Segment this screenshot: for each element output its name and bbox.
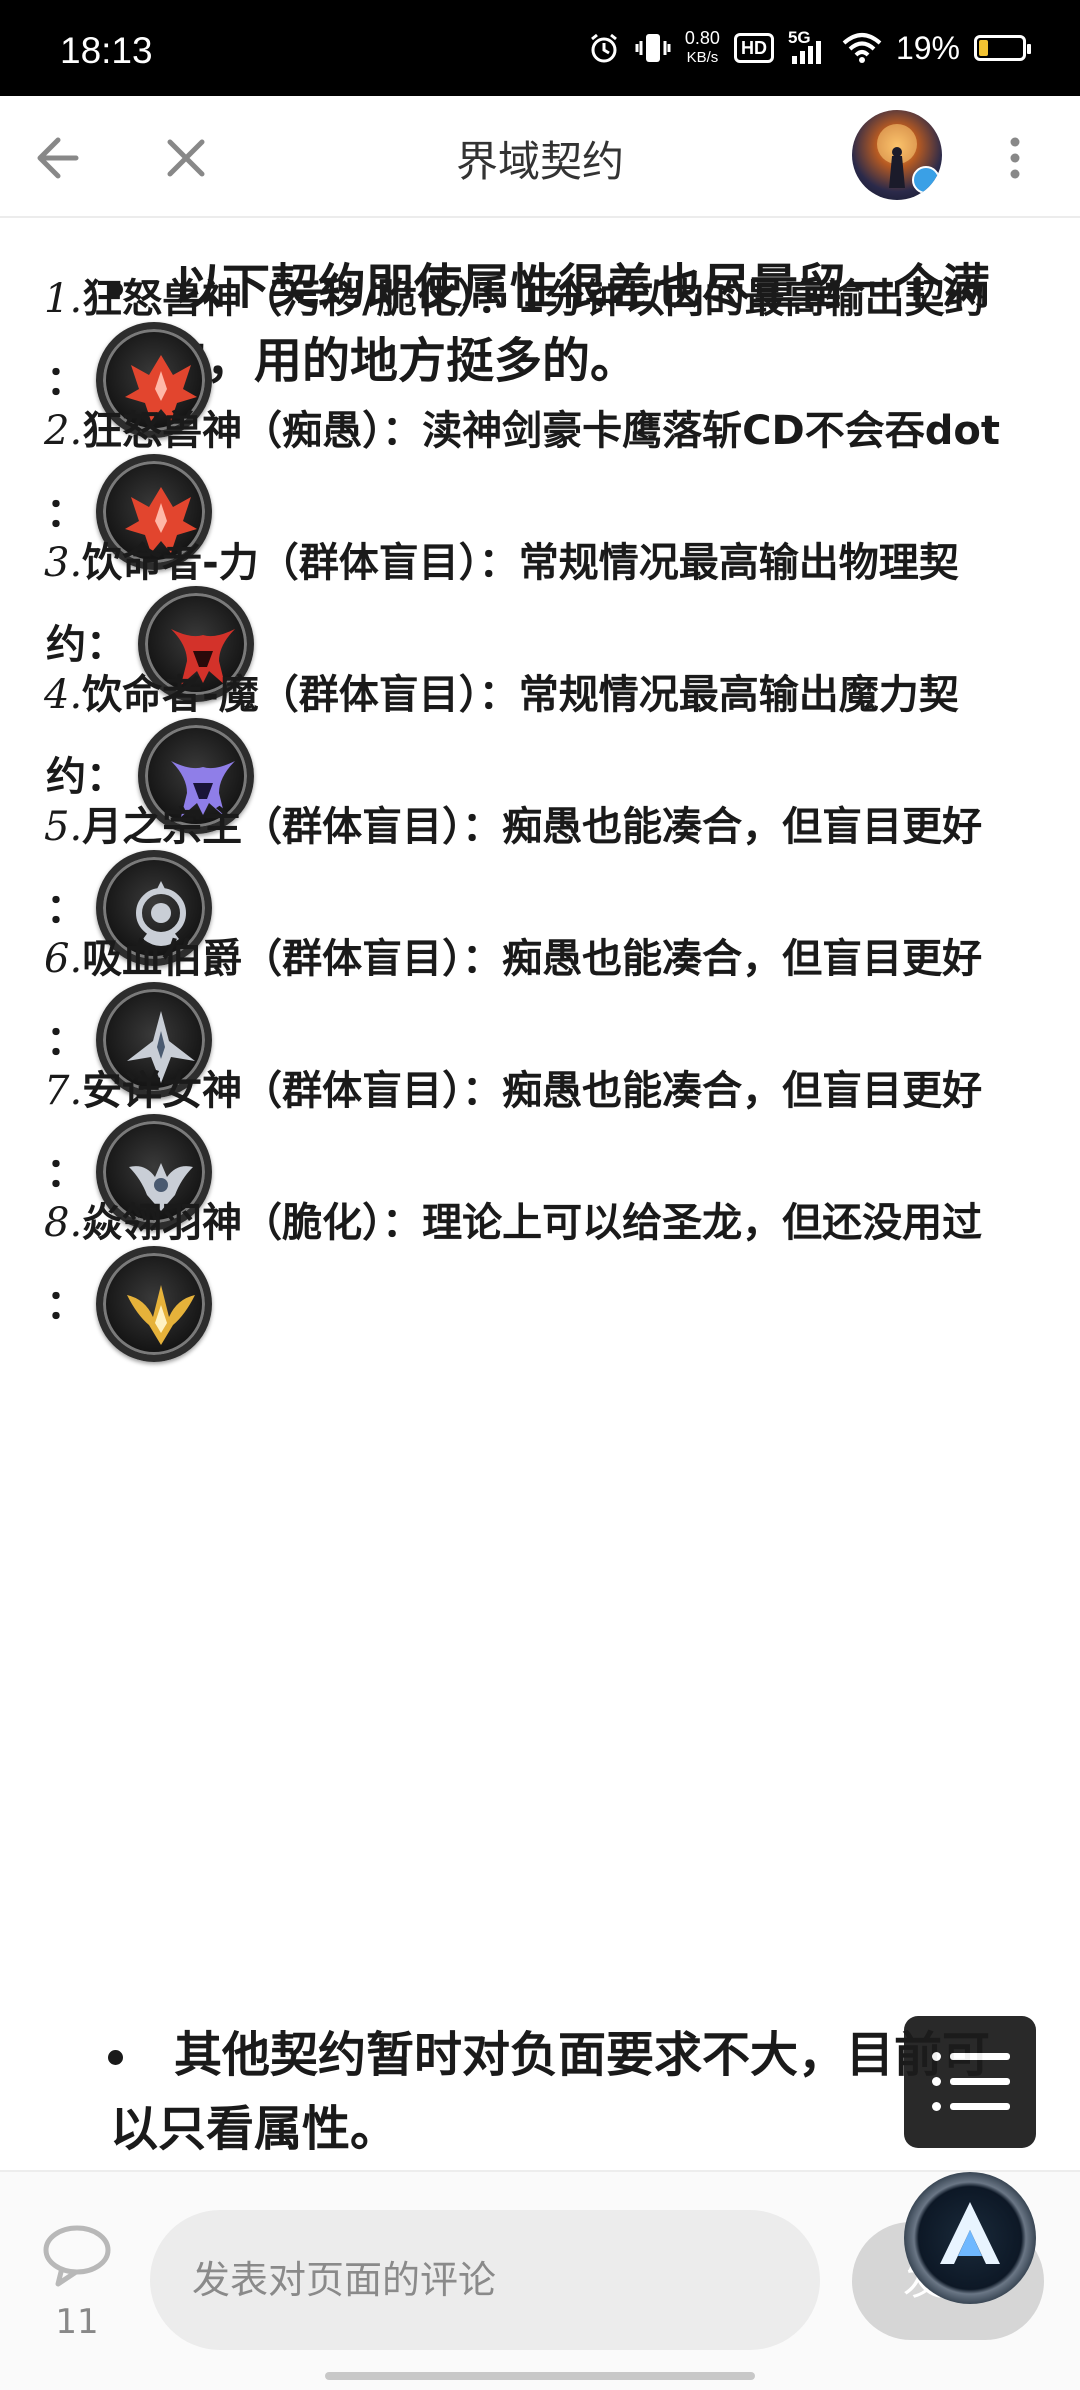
item-number: 6. [44, 936, 83, 982]
item-text: 安详女神（群体盲目）：痴愚也能凑合，但盲目更好 [82, 1068, 983, 1114]
avatar[interactable] [852, 110, 942, 200]
item-text: 月之宗主（群体盲目）：痴愚也能凑合，但盲目更好 [82, 804, 983, 850]
app-logo-mark [940, 2202, 1000, 2264]
wifi-icon [842, 33, 882, 63]
alarm-icon [590, 33, 617, 63]
comment-icon[interactable] [40, 2222, 114, 2290]
item-line2-prefix: ： [46, 1282, 86, 1328]
comment-count: 11 [55, 2302, 99, 2342]
status-time: 18:13 [60, 30, 153, 71]
battery-percent: 19% [895, 29, 960, 66]
item-number: 4. [44, 672, 83, 718]
item-text: 饮命者-力（群体盲目）：常规情况最高输出物理契 [82, 540, 959, 586]
vibrate-icon [635, 34, 671, 62]
contract-list-item: 3.饮命者-力（群体盲目）：常规情况最高输出物理契 约： [44, 534, 1044, 702]
status-icons: 0.80 KB/s HD 5G 19% [587, 26, 1031, 70]
app-logo-icon[interactable] [904, 2172, 1036, 2304]
battery-icon [974, 35, 1031, 61]
flame-feather-god-icon [96, 1246, 212, 1362]
hd-badge: HD [733, 33, 774, 63]
contract-list-item: 7.安详女神（群体盲目）：痴愚也能凑合，但盲目更好： [44, 1062, 1044, 1230]
bullet-dot [108, 2050, 123, 2065]
contract-list-item: 6.吸血伯爵（群体盲目）：痴愚也能凑合，但盲目更好： [44, 930, 1044, 1098]
contract-list-item: 2.狂怒兽神（痴愚）：渎神剑豪卡鹰落斩CD不会吞dot： [44, 402, 1044, 570]
comment-input[interactable]: 发表对页面的评论 [150, 2210, 820, 2350]
item-number: 2. [44, 408, 83, 454]
contract-list-item: 4.饮命者-魔（群体盲目）：常规情况最高输出魔力契 约： [44, 666, 1044, 834]
article-content: 以下契约即使属性很差也尽量留一个满级的，用的地方挺多的。 1.狂怒兽神（污秽/脆… [0, 218, 1080, 2168]
item-number: 5. [44, 804, 83, 850]
item-text: 狂怒兽神（痴愚）：渎神剑豪卡鹰落斩CD不会吞dot [82, 408, 1000, 454]
item-number: 7. [44, 1068, 83, 1114]
home-indicator[interactable] [325, 2372, 755, 2380]
network-speed: 0.80 KB/s [684, 28, 720, 67]
item-number: 8. [44, 1200, 83, 1246]
flame-feather-god-icon-glyph [127, 1285, 195, 1345]
item-number: 1. [44, 276, 83, 322]
item-text: 吸血伯爵（群体盲目）：痴愚也能凑合，但盲目更好 [82, 936, 983, 982]
signal-5g-icon: 5G [788, 28, 828, 68]
contract-list-item: 5.月之宗主（群体盲目）：痴愚也能凑合，但盲目更好： [44, 798, 1044, 966]
contract-list-item: 1.狂怒兽神（污秽/脆化）：1分钟以内的最高输出契约： [44, 270, 1044, 438]
list-menu-icon[interactable] [904, 2016, 1036, 2148]
item-text: 饮命者-魔（群体盲目）：常规情况最高输出魔力契 [82, 672, 959, 718]
item-text: 焱翎羽神（脆化）：理论上可以给圣龙，但还没用过 [82, 1200, 983, 1246]
item-text: 狂怒兽神（污秽/脆化）：1分钟以内的最高输出契约 [82, 276, 985, 322]
item-number: 3. [44, 540, 83, 586]
status-bar: 18:13 0.80 KB/s HD 5G 19% [0, 0, 1080, 96]
avatar-badge [912, 166, 940, 194]
title-bar: 界域契约 [0, 96, 1080, 218]
more-vertical-icon[interactable] [1000, 126, 1030, 190]
contract-list-item: 8.焱翎羽神（脆化）：理论上可以给圣龙，但还没用过 ： [44, 1194, 1044, 1362]
outro-bullet: 其他契约暂时对负面要求不大，目前可以只看属性。 [108, 2027, 991, 2157]
